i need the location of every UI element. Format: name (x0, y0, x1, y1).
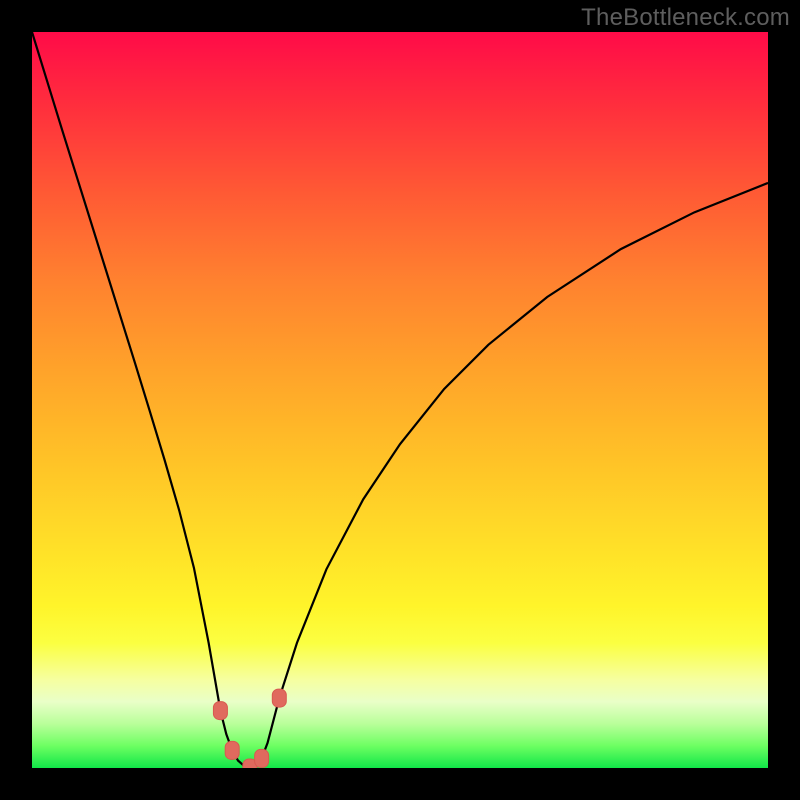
curve-marker (225, 741, 239, 759)
plot-area (32, 32, 768, 768)
curve-layer (32, 32, 768, 768)
chart-frame: TheBottleneck.com (0, 0, 800, 800)
curve-marker (255, 749, 269, 767)
bottleneck-curve (32, 32, 768, 768)
curve-marker (272, 689, 286, 707)
curve-marker (213, 702, 227, 720)
watermark-text: TheBottleneck.com (581, 4, 790, 32)
